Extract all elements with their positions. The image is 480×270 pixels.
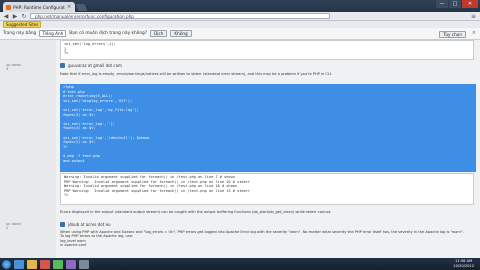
chrome-icon[interactable]	[53, 259, 63, 269]
translate-button[interactable]: Dịch	[150, 30, 168, 37]
note-header: guuvaraz at gmail dot com	[60, 63, 122, 68]
new-tab-button[interactable]	[75, 4, 88, 11]
clock[interactable]: 11:56 AM 10/20/2012	[453, 259, 474, 268]
note-text-3: When using PHP with Apache and Suexec an…	[60, 230, 464, 248]
note-vote[interactable]: up down 3	[6, 63, 21, 71]
translate-question: Bạn có muốn dịch trang này không?	[69, 31, 148, 36]
window-controls: — □ ✕	[436, 0, 478, 8]
note-text: Note that if error_log is empty, errors/…	[60, 72, 333, 76]
app-icon[interactable]	[66, 259, 76, 269]
browser-toolbar: ◀ ▶ ↻ php.net/manual/en/errorfunc.config…	[0, 12, 480, 21]
bookmark-suggested-sites[interactable]: Suggested Sites	[3, 21, 42, 28]
php-favicon-icon	[6, 4, 11, 10]
note-header-2: jdoub at acres dot eu	[60, 222, 111, 227]
reload-icon[interactable]: ↻	[21, 13, 27, 20]
start-button[interactable]	[2, 259, 11, 269]
page-content: ini_set('log_errors',1); } ?> up down 3 …	[0, 40, 480, 258]
output-code-block: Warning: Invalid argument supplied for f…	[60, 173, 474, 205]
address-bar[interactable]: php.net/manual/en/errorfunc.configuratio…	[30, 13, 330, 19]
folder-icon[interactable]	[27, 259, 37, 269]
translate-options-button[interactable]: Tùy chọn	[439, 31, 466, 38]
translate-close-icon[interactable]: ×	[472, 30, 476, 36]
tab-title: PHP: Runtime Configurat	[13, 4, 65, 10]
note-author-2[interactable]: jdoub at acres dot eu	[68, 222, 111, 227]
note-text-2: Errors displayed in the output (standard…	[60, 210, 332, 214]
code-block-top: ini_set('log_errors',1); } ?>	[60, 40, 474, 60]
maximize-button[interactable]: □	[449, 0, 461, 8]
translate-prompt: Trang này bằng	[3, 31, 37, 36]
note-author[interactable]: guuvaraz at gmail dot com	[68, 63, 122, 68]
browser-tab[interactable]: PHP: Runtime Configurat ×	[3, 2, 75, 12]
back-icon[interactable]: ◀	[3, 13, 9, 20]
minimize-button[interactable]: —	[436, 0, 448, 8]
title-bar: PHP: Runtime Configurat × — □ ✕	[0, 0, 480, 12]
translate-bar: Trang này bằng Tiếng Anh Bạn có muốn dịc…	[0, 28, 480, 40]
note-vote-2[interactable]: up down 2	[6, 222, 21, 230]
tab-close-icon[interactable]: ×	[67, 4, 71, 10]
bookmarks-bar: Suggested Sites	[0, 21, 480, 28]
source-language-select[interactable]: Tiếng Anh	[39, 30, 67, 37]
user-badge-icon	[60, 63, 65, 68]
user-badge-icon	[60, 222, 65, 227]
selected-code-block: <?php # test.php error_reporting(E_ALL);…	[60, 84, 476, 172]
app-icon-2[interactable]	[79, 259, 89, 269]
ie-icon[interactable]	[14, 259, 24, 269]
close-window-button[interactable]: ✕	[462, 0, 478, 8]
wrench-menu-icon[interactable]: ≡	[471, 13, 476, 20]
no-translate-button[interactable]: Không	[170, 30, 192, 37]
clock-date: 10/20/2012	[453, 263, 474, 268]
clock-time: 11:56 AM	[455, 259, 473, 263]
taskbar: 11:56 AM 10/20/2012	[0, 258, 480, 270]
forward-icon[interactable]: ▶	[12, 13, 18, 20]
media-player-icon[interactable]	[40, 259, 50, 269]
